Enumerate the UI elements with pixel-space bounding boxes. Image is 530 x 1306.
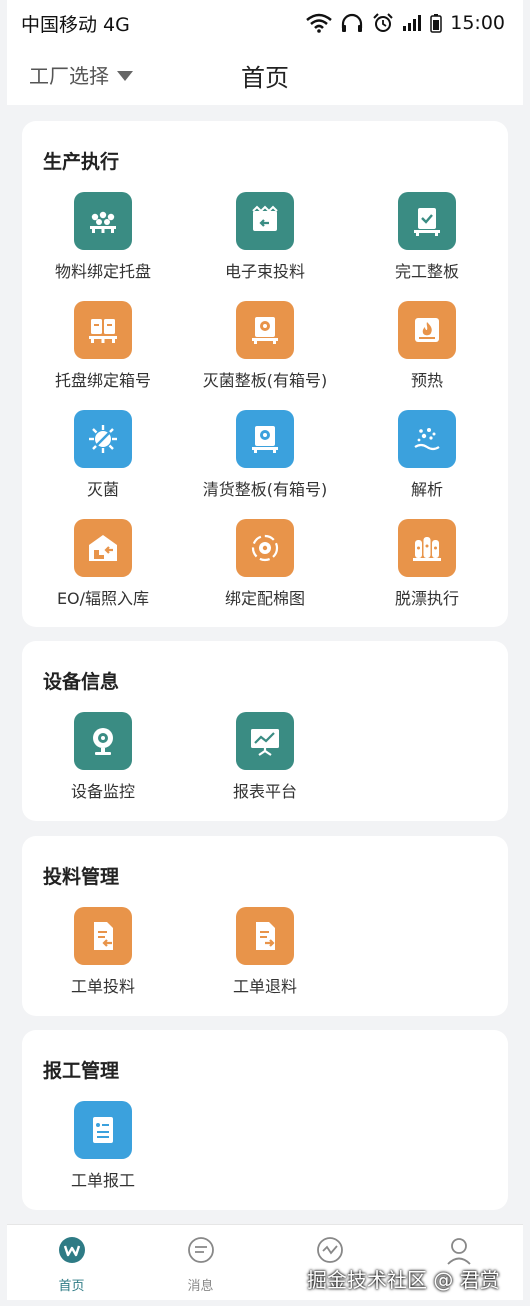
warehouse-in-icon	[74, 519, 132, 577]
item-order-return[interactable]: 工单退料	[184, 907, 346, 997]
section-title: 投料管理	[43, 866, 120, 888]
section-production: 生产执行 物料绑定托盘 电子束投料 完工整板 托盘绑定箱号 灭菌整板(有箱号)	[22, 121, 508, 627]
section-title: 生产执行	[43, 151, 120, 173]
order-feed-icon	[74, 907, 132, 965]
report-icon	[236, 712, 294, 770]
section-title: 设备信息	[43, 671, 120, 693]
cotton-map-icon	[236, 519, 294, 577]
item-material-pallet[interactable]: 物料绑定托盘	[22, 192, 184, 282]
item-analysis[interactable]: 解析	[346, 410, 508, 500]
item-label: 清货整板(有箱号)	[202, 480, 328, 499]
carrier-label: 中国移动 4G	[21, 13, 130, 36]
section-equipment: 设备信息 设备监控 报表平台	[22, 641, 508, 821]
item-order-feed[interactable]: 工单投料	[22, 907, 184, 997]
item-label: 工单投料	[70, 977, 135, 996]
page-title: 首页	[7, 58, 523, 93]
analysis-icon	[398, 410, 456, 468]
home-icon	[58, 1237, 85, 1263]
order-report-icon	[74, 1101, 132, 1159]
watermark: 掘金技术社区 @ 君赏	[307, 1268, 500, 1292]
item-report-platform[interactable]: 报表平台	[184, 712, 346, 802]
order-return-icon	[236, 907, 294, 965]
monitor-icon	[316, 1237, 343, 1263]
status-icons: 15:00	[306, 12, 505, 34]
page-title-text: 首页	[241, 64, 289, 92]
section-title: 报工管理	[43, 1060, 120, 1082]
item-warehouse-in[interactable]: EO/辐照入库	[22, 519, 184, 609]
item-order-report[interactable]: 工单报工	[22, 1101, 184, 1191]
message-icon	[187, 1237, 214, 1263]
clear-board-icon	[236, 410, 294, 468]
battery-icon	[430, 14, 442, 33]
item-clear-board[interactable]: 清货整板(有箱号)	[184, 410, 346, 500]
header: 工厂选择 首页	[7, 48, 523, 96]
item-label: 工单报工	[70, 1171, 135, 1190]
item-label: 物料绑定托盘	[54, 262, 151, 281]
wifi-icon	[306, 13, 333, 33]
top-bar: 中国移动 4G 15:00 工厂选择 首页	[7, 0, 523, 105]
item-sterilize[interactable]: 灭菌	[22, 410, 184, 500]
item-label: 绑定配棉图	[224, 589, 305, 608]
time-label: 15:00	[450, 12, 505, 34]
user-icon	[446, 1238, 471, 1265]
material-pallet-icon	[74, 192, 132, 250]
item-label: 电子束投料	[224, 262, 305, 281]
tab-home[interactable]: 首页	[7, 1235, 136, 1294]
bleach-icon	[398, 519, 456, 577]
item-finished-board[interactable]: 完工整板	[346, 192, 508, 282]
item-label: 报表平台	[232, 782, 297, 801]
item-label: EO/辐照入库	[56, 589, 150, 608]
item-label: 灭菌	[86, 480, 119, 499]
item-label: 完工整板	[394, 262, 459, 281]
headphones-icon	[342, 13, 363, 32]
sterilize-icon	[74, 410, 132, 468]
item-bleach[interactable]: 脱漂执行	[346, 519, 508, 609]
preheat-icon	[398, 301, 456, 359]
item-cotton-map[interactable]: 绑定配棉图	[184, 519, 346, 609]
item-label: 脱漂执行	[394, 589, 459, 608]
item-pallet-box[interactable]: 托盘绑定箱号	[22, 301, 184, 391]
camera-icon	[74, 712, 132, 770]
section-reporting: 报工管理 工单报工	[22, 1030, 508, 1210]
section-feeding: 投料管理 工单投料 工单退料	[22, 836, 508, 1016]
item-preheat[interactable]: 预热	[346, 301, 508, 391]
item-label: 托盘绑定箱号	[54, 371, 151, 390]
alarm-icon	[373, 13, 393, 32]
ebeam-feed-icon	[236, 192, 294, 250]
finished-board-icon	[398, 192, 456, 250]
status-bar: 中国移动 4G 15:00	[21, 8, 505, 38]
item-label: 工单退料	[232, 977, 297, 996]
tab-label: 首页	[58, 1279, 85, 1294]
item-equipment-monitor[interactable]: 设备监控	[22, 712, 184, 802]
item-label: 解析	[410, 480, 443, 499]
tab-message[interactable]: 消息	[136, 1235, 265, 1294]
tab-label: 消息	[187, 1279, 214, 1294]
item-label: 设备监控	[70, 782, 135, 801]
item-sterilize-board[interactable]: 灭菌整板(有箱号)	[184, 301, 346, 391]
item-label: 灭菌整板(有箱号)	[202, 371, 328, 390]
sterilize-board-icon	[236, 301, 294, 359]
pallet-box-icon	[74, 301, 132, 359]
signal-icon	[403, 15, 422, 31]
item-label: 预热	[410, 371, 443, 390]
item-ebeam-feed[interactable]: 电子束投料	[184, 192, 346, 282]
